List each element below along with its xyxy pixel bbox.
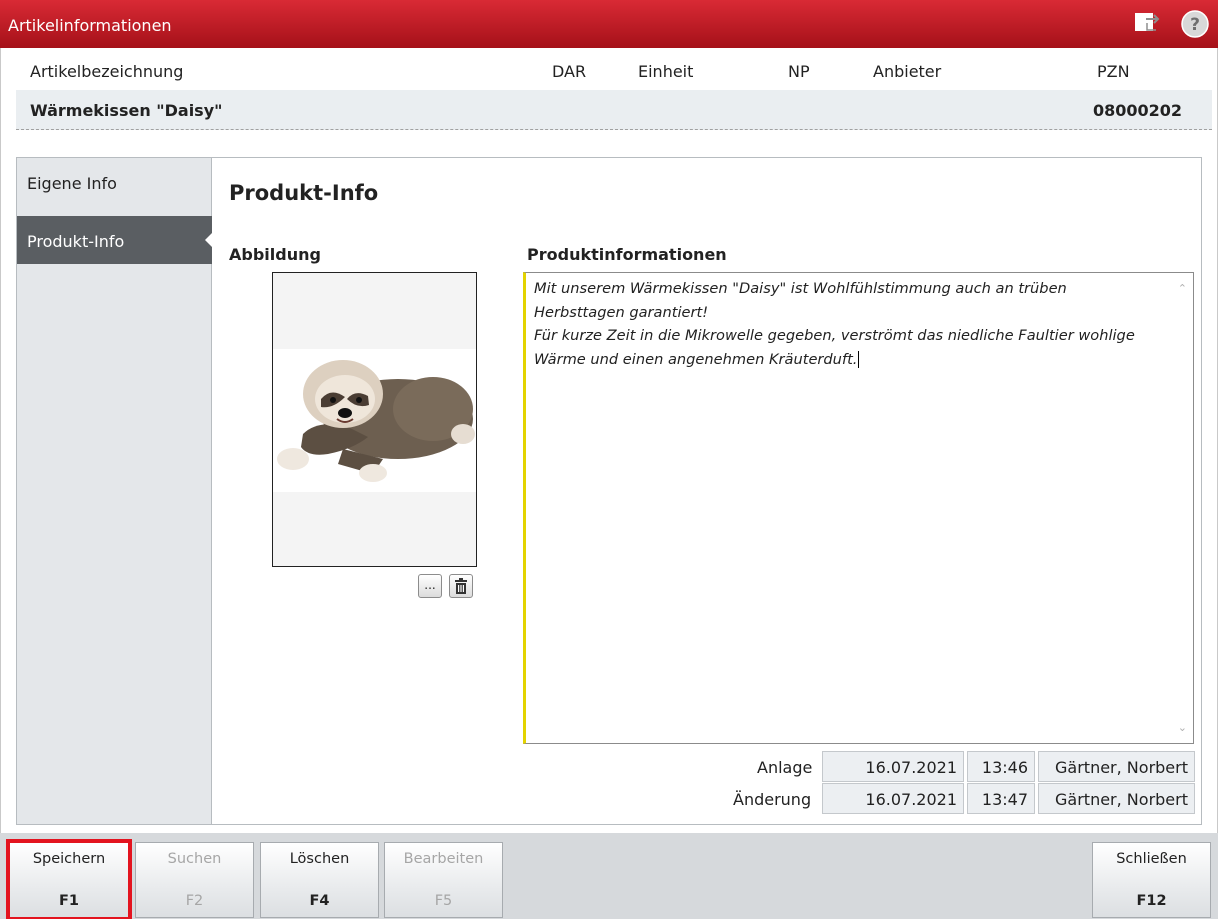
button-key: F2 bbox=[185, 893, 204, 909]
button-key: F1 bbox=[59, 893, 79, 909]
anlage-label: Anlage bbox=[757, 758, 813, 777]
col-einheit: Einheit bbox=[638, 62, 694, 81]
page-title: Produkt-Info bbox=[229, 181, 379, 205]
col-np: NP bbox=[788, 62, 810, 81]
button-label: Suchen bbox=[167, 851, 222, 867]
button-key: F5 bbox=[434, 893, 453, 909]
sidebar-item-label: Eigene Info bbox=[27, 174, 117, 193]
col-anbieter: Anbieter bbox=[873, 62, 942, 81]
svg-text:?: ? bbox=[1190, 15, 1200, 35]
sidebar-item-produkt-info[interactable]: Produkt-Info bbox=[17, 216, 213, 264]
scroll-up-icon[interactable]: ⌃ bbox=[1178, 277, 1187, 301]
col-pzn: PZN bbox=[1097, 62, 1130, 81]
button-label: Speichern bbox=[32, 851, 106, 867]
col-artikelbezeichnung: Artikelbezeichnung bbox=[30, 62, 184, 81]
article-name: Wärmekissen "Daisy" bbox=[30, 101, 223, 120]
info-label: Produktinformationen bbox=[527, 245, 727, 264]
info-line: Wärme und einen angenehmen Kräuterduft. bbox=[534, 350, 860, 368]
button-label: Bearbeiten bbox=[403, 851, 484, 867]
info-line: Mit unserem Wärmekissen "Daisy" ist Wohl… bbox=[534, 280, 1067, 297]
anlage-time: 13:46 bbox=[967, 751, 1035, 782]
save-button[interactable]: Speichern F1 bbox=[6, 839, 132, 919]
text-cursor bbox=[858, 350, 860, 368]
info-line: Herbsttagen garantiert! bbox=[534, 303, 709, 321]
sloth-plush-image bbox=[277, 360, 475, 482]
aenderung-user: Gärtner, Norbert bbox=[1038, 783, 1195, 814]
button-key: F4 bbox=[309, 893, 330, 909]
aenderung-label: Änderung bbox=[733, 790, 812, 809]
trash-icon bbox=[455, 578, 467, 594]
info-line: Für kurze Zeit in die Mikrowelle gegeben… bbox=[534, 327, 1135, 344]
button-label: Löschen bbox=[289, 851, 350, 867]
scroll-down-icon[interactable]: ⌄ bbox=[1178, 716, 1187, 740]
aenderung-time: 13:47 bbox=[967, 783, 1035, 814]
delete-button[interactable]: Löschen F4 bbox=[260, 842, 379, 918]
anlage-date: 16.07.2021 bbox=[822, 751, 964, 782]
browse-image-button[interactable]: ... bbox=[418, 574, 442, 598]
close-button[interactable]: Schließen F12 bbox=[1092, 842, 1211, 918]
browse-label: ... bbox=[424, 578, 436, 592]
edit-button[interactable]: Bearbeiten F5 bbox=[384, 842, 503, 918]
image-label: Abbildung bbox=[229, 245, 321, 264]
export-icon[interactable] bbox=[1134, 11, 1160, 33]
article-pzn: 08000202 bbox=[1092, 101, 1182, 120]
product-info-textarea[interactable]: Mit unserem Wärmekissen "Daisy" ist Wohl… bbox=[523, 272, 1194, 744]
button-key: F12 bbox=[1136, 893, 1167, 909]
product-image[interactable] bbox=[272, 272, 477, 567]
help-icon[interactable]: ? bbox=[1181, 10, 1209, 38]
col-dar: DAR bbox=[552, 62, 587, 81]
button-label: Schließen bbox=[1116, 851, 1187, 867]
title-bar: Artikelinformationen ? bbox=[0, 0, 1218, 48]
search-button[interactable]: Suchen F2 bbox=[135, 842, 254, 918]
article-row: Wärmekissen "Daisy" 08000202 bbox=[16, 90, 1212, 130]
sidebar-item-eigene-info[interactable]: Eigene Info bbox=[17, 158, 212, 206]
anlage-user: Gärtner, Norbert bbox=[1038, 751, 1195, 782]
aenderung-date: 16.07.2021 bbox=[822, 783, 964, 814]
window-title: Artikelinformationen bbox=[8, 16, 172, 35]
sidebar: Eigene Info Produkt-Info bbox=[16, 157, 213, 825]
sidebar-item-label: Produkt-Info bbox=[27, 232, 125, 251]
delete-image-button[interactable] bbox=[449, 574, 473, 598]
